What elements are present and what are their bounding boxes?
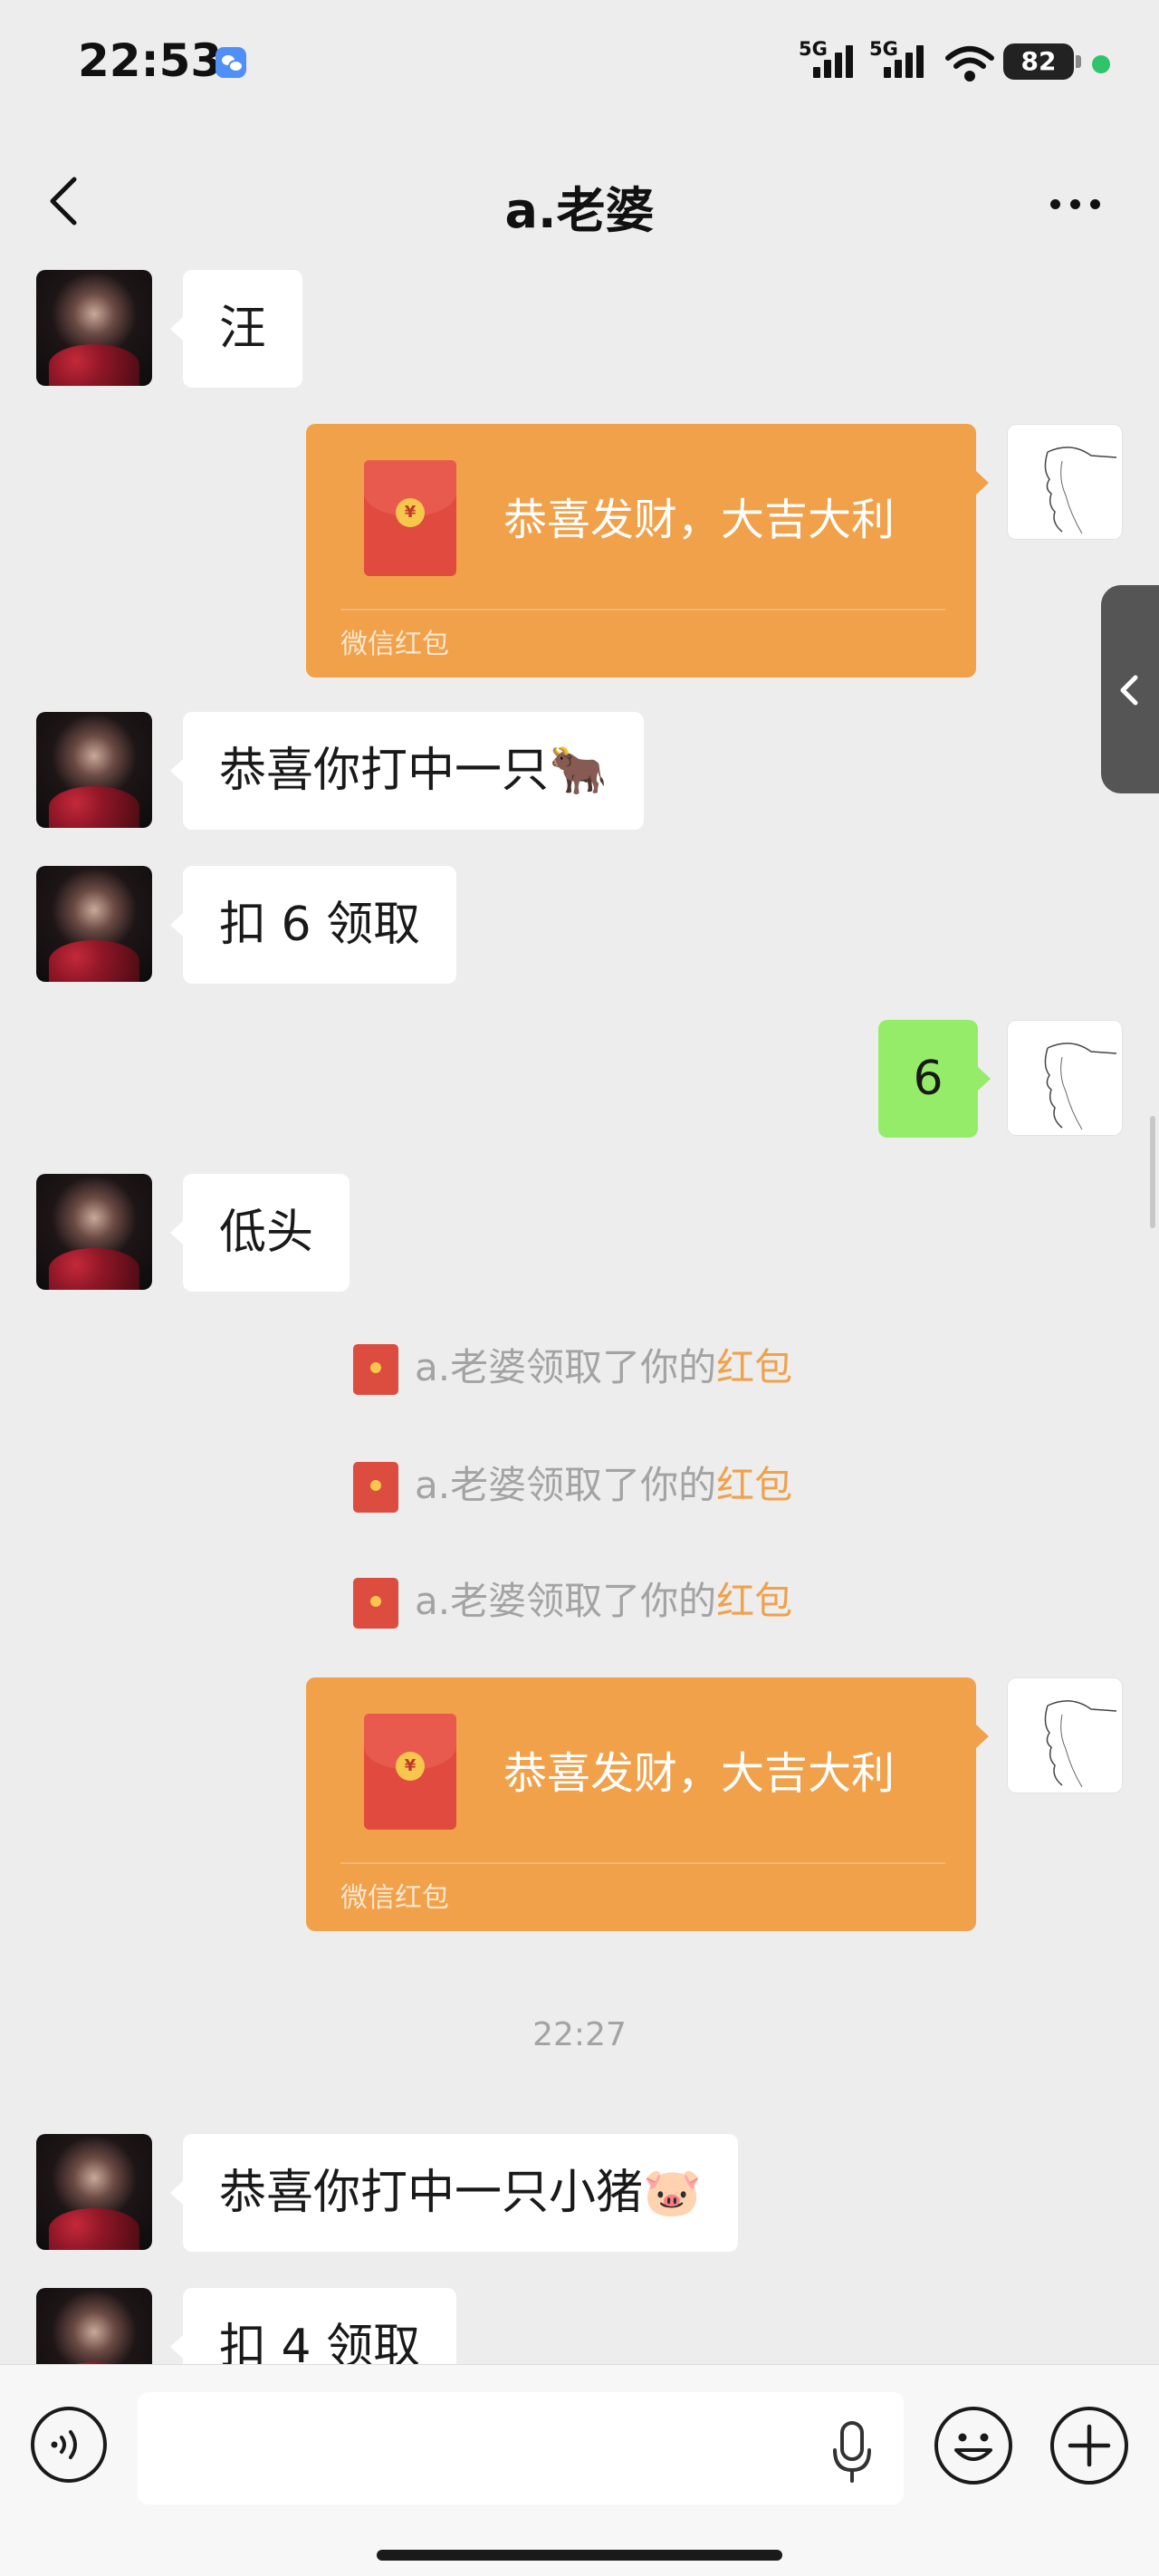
- red-envelope-icon: [353, 1344, 398, 1395]
- red-packet-divider: [340, 1862, 945, 1864]
- sketch-portrait-icon: [1044, 1043, 1117, 1130]
- side-panel-handle[interactable]: [1101, 585, 1159, 793]
- network-type-2: 5G: [869, 38, 898, 60]
- incoming-message[interactable]: 低头: [169, 1174, 350, 1292]
- my-avatar[interactable]: [1007, 1020, 1123, 1136]
- incoming-message[interactable]: 恭喜你打中一只🐂: [170, 712, 644, 830]
- wifi-icon: [945, 46, 994, 82]
- red-envelope-icon: [353, 1578, 398, 1629]
- microphone-icon[interactable]: [824, 2419, 880, 2485]
- network-type-1: 5G: [799, 38, 828, 60]
- contact-avatar[interactable]: [36, 1174, 152, 1290]
- red-packet-label: 微信红包: [340, 1882, 449, 1914]
- sketch-portrait-icon: [1044, 1700, 1117, 1788]
- red-packet-title: 恭喜发财，大吉大利: [503, 1748, 896, 1799]
- voice-icon[interactable]: [31, 2407, 107, 2483]
- notice-red-packet-link[interactable]: 红包: [716, 1463, 792, 1507]
- red-packet-title: 恭喜发财，大吉大利: [503, 495, 896, 545]
- scrollbar[interactable]: [1150, 1116, 1155, 1228]
- notice-text: a.老婆领取了你的: [415, 1579, 717, 1623]
- input-bar: [0, 2364, 1159, 2576]
- chevron-left-icon: [1120, 675, 1138, 706]
- home-indicator[interactable]: [377, 2550, 782, 2561]
- contact-avatar[interactable]: [36, 866, 152, 982]
- red-packet-label: 微信红包: [340, 629, 449, 660]
- incoming-message[interactable]: 扣 4 领取: [169, 2288, 457, 2364]
- red-envelope-icon: ¥: [364, 1714, 456, 1830]
- incoming-message[interactable]: 扣 6 领取: [169, 866, 457, 984]
- message-timestamp: 22:27: [532, 2016, 627, 2053]
- red-packet-message[interactable]: ¥ 恭喜发财，大吉大利 微信红包: [306, 424, 989, 678]
- sketch-portrait-icon: [1044, 447, 1117, 534]
- contact-avatar[interactable]: [36, 712, 152, 828]
- message-list[interactable]: 汪 ¥ 恭喜发财，大吉大利 微信红包 恭喜你打中一只🐂 扣 6 领取 6 低头 …: [0, 263, 1159, 2364]
- my-avatar[interactable]: [1007, 1677, 1123, 1793]
- contact-avatar[interactable]: [36, 2288, 152, 2364]
- notice-red-packet-link[interactable]: 红包: [716, 1345, 792, 1389]
- my-avatar[interactable]: [1007, 424, 1123, 540]
- status-time: 22:53: [78, 34, 223, 87]
- signal-1-icon: 5G: [799, 38, 864, 82]
- red-envelope-icon: ¥: [364, 460, 456, 576]
- status-bar: 22:53 5G 5G 82: [0, 0, 1159, 127]
- notice-red-packet-link[interactable]: 红包: [716, 1579, 792, 1623]
- notice-text: a.老婆领取了你的: [415, 1345, 717, 1389]
- chat-header: a.老婆: [0, 145, 1159, 257]
- red-packet-message[interactable]: ¥ 恭喜发财，大吉大利 微信红包: [306, 1677, 989, 1931]
- incoming-message[interactable]: 汪: [169, 270, 303, 388]
- privacy-dot-icon: [1092, 55, 1110, 73]
- battery-indicator: 82: [1003, 43, 1081, 80]
- incoming-message[interactable]: 恭喜你打中一只小猪🐷: [170, 2134, 738, 2252]
- message-input[interactable]: [138, 2392, 904, 2504]
- red-packet-divider: [340, 609, 945, 610]
- notice-text: a.老婆领取了你的: [415, 1463, 717, 1507]
- red-envelope-icon: [353, 1462, 398, 1513]
- plus-icon[interactable]: [1050, 2407, 1128, 2485]
- contact-avatar[interactable]: [36, 270, 152, 386]
- more-dots-icon[interactable]: [1041, 178, 1110, 228]
- outgoing-message[interactable]: 6: [878, 1020, 991, 1138]
- smiley-icon[interactable]: [934, 2407, 1012, 2485]
- chat-title[interactable]: a.老婆: [0, 170, 1159, 242]
- contact-avatar[interactable]: [36, 2134, 152, 2250]
- signal-2-icon: 5G: [869, 38, 934, 82]
- wechat-notification-icon: [216, 47, 246, 78]
